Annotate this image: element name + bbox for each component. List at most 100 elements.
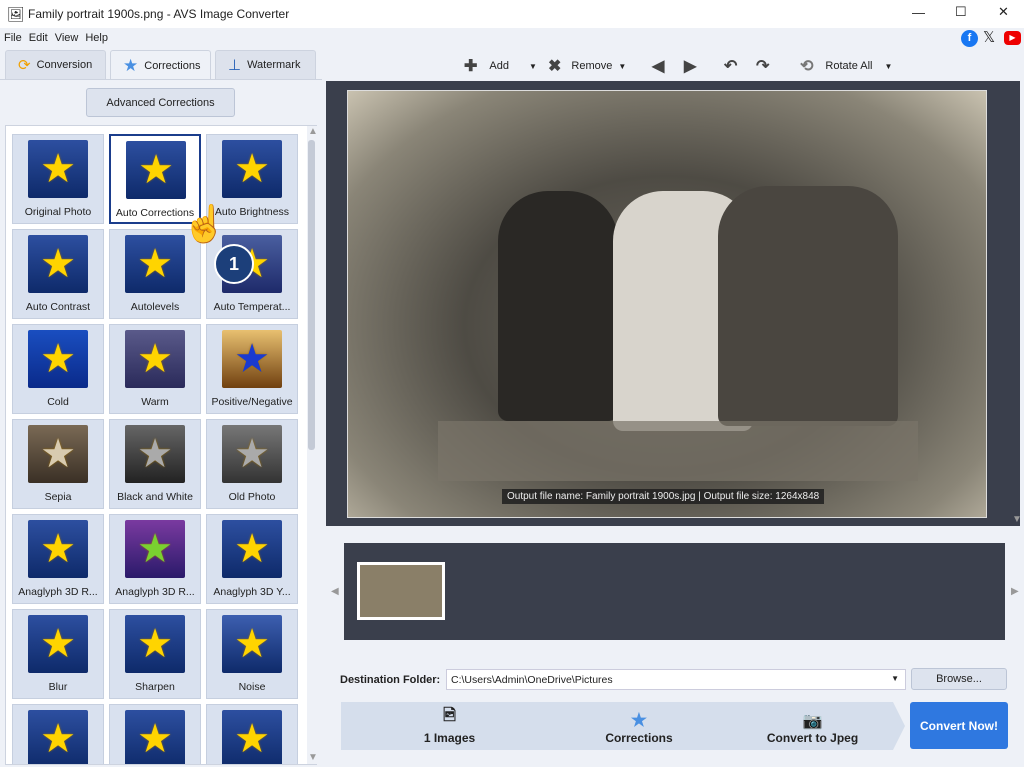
- star-icon: ★: [222, 140, 282, 198]
- blanket: [438, 421, 918, 481]
- star-icon: ★: [28, 425, 88, 483]
- rotate-all-icon: ⟲: [800, 58, 814, 75]
- output-info-caption: Output file name: Family portrait 1900s.…: [502, 489, 825, 504]
- facebook-icon[interactable]: f: [961, 30, 978, 47]
- close-button[interactable]: ✕: [998, 4, 1009, 20]
- correction-tile[interactable]: ★ Sharpen: [109, 609, 201, 699]
- remove-label: Remove: [571, 60, 613, 72]
- dropdown-icon[interactable]: ▼: [618, 62, 626, 71]
- app-icon: 🖼: [7, 6, 25, 22]
- correction-tile[interactable]: ★ Anaglyph 3D R...: [12, 514, 104, 604]
- tab-conversion[interactable]: ⟳ Conversion: [5, 50, 106, 79]
- rotate-left-icon: ↶: [724, 58, 738, 75]
- correction-tile[interactable]: ★ Anaglyph 3D R...: [109, 514, 201, 604]
- correction-tile[interactable]: ★ Positive/Negative: [206, 324, 298, 414]
- previous-button[interactable]: ◀: [652, 56, 664, 76]
- correction-tile[interactable]: ★ Sepia: [12, 419, 104, 509]
- star-icon: ★: [125, 330, 185, 388]
- rotate-right-button[interactable]: ↷: [756, 56, 769, 76]
- correction-tile[interactable]: ★ Blur: [12, 609, 104, 699]
- hand-pointer-icon: ☝: [182, 203, 227, 244]
- correction-tile[interactable]: ★ Old Photo: [206, 419, 298, 509]
- menu-file[interactable]: File: [4, 32, 22, 44]
- correction-label: Anaglyph 3D R...: [18, 586, 98, 598]
- stamp-icon: ⊥: [228, 57, 242, 74]
- step-images[interactable]: 🖻 1 Images: [341, 702, 558, 750]
- figure: [498, 191, 618, 421]
- film-scroll-left-icon[interactable]: ◀: [331, 586, 339, 597]
- star-icon: ★: [222, 615, 282, 673]
- star-icon: ★: [28, 615, 88, 673]
- destination-label: Destination Folder:: [340, 674, 441, 686]
- step-label: 1 Images: [423, 731, 476, 745]
- step-label: Corrections: [605, 731, 673, 745]
- correction-label: Auto Temperat...: [213, 301, 291, 313]
- correction-tile[interactable]: ★: [206, 704, 298, 764]
- correction-tile[interactable]: ★ Warm: [109, 324, 201, 414]
- correction-label: Black and White: [117, 491, 193, 503]
- youtube-icon[interactable]: ▶: [1004, 31, 1021, 45]
- star-icon: ★: [126, 141, 186, 199]
- scroll-up-icon[interactable]: ▲: [308, 126, 318, 137]
- correction-tile[interactable]: ★: [109, 704, 201, 764]
- figure: [718, 186, 898, 426]
- step-convert-format[interactable]: 📷 Convert to Jpeg: [720, 702, 905, 750]
- minimize-button[interactable]: —: [912, 5, 925, 20]
- rotate-all-button[interactable]: ⟲ Rotate All ▼: [800, 56, 892, 76]
- tab-label: Corrections: [144, 59, 201, 72]
- remove-button[interactable]: ✖ Remove ▼: [548, 56, 626, 76]
- step-label: Convert to Jpeg: [766, 731, 859, 745]
- correction-tile[interactable]: ★ Anaglyph 3D Y...: [206, 514, 298, 604]
- correction-label: Warm: [141, 396, 169, 408]
- correction-tile[interactable]: ★ Noise: [206, 609, 298, 699]
- correction-tile[interactable]: ★ Auto Contrast: [12, 229, 104, 319]
- rotate-left-button[interactable]: ↶: [724, 56, 737, 76]
- toolbar: ✚ Add ▼ ✖ Remove ▼ ◀ ▶ ↶ ↷ ⟲ Rotate All ▼: [322, 48, 1024, 80]
- correction-label: Autolevels: [130, 301, 180, 313]
- correction-label: Sepia: [44, 491, 72, 503]
- correction-tile[interactable]: ★ Black and White: [109, 419, 201, 509]
- title-bar: 🖼 Family portrait 1900s.png - AVS Image …: [0, 0, 1024, 28]
- conversion-icon: ⟳: [18, 57, 31, 74]
- tab-label: Conversion: [36, 59, 93, 71]
- next-button[interactable]: ▶: [684, 56, 696, 76]
- dropdown-icon[interactable]: ▼: [529, 62, 537, 71]
- destination-folder-input[interactable]: C:\Users\Admin\OneDrive\Pictures ▼: [446, 669, 906, 690]
- dropdown-icon[interactable]: ▼: [891, 674, 899, 683]
- menu-view[interactable]: View: [55, 32, 79, 44]
- film-scroll-right-icon[interactable]: ▶: [1011, 586, 1019, 597]
- star-icon: ★: [222, 330, 282, 388]
- convert-now-button[interactable]: Convert Now!: [910, 702, 1008, 749]
- rotate-all-label: Rotate All: [825, 60, 873, 72]
- star-icon: ★: [630, 710, 648, 730]
- scroll-down-icon[interactable]: ▼: [1012, 514, 1022, 525]
- step-corrections[interactable]: ★ Corrections: [546, 702, 732, 750]
- tab-corrections[interactable]: ★ Corrections: [110, 50, 211, 80]
- star-icon: ★: [28, 330, 88, 388]
- star-icon: ★: [125, 710, 185, 764]
- star-icon: ★: [28, 140, 88, 198]
- tab-watermark[interactable]: ⊥ Watermark: [215, 50, 316, 79]
- star-icon: ★: [123, 55, 139, 75]
- correction-tile[interactable]: ★ Cold: [12, 324, 104, 414]
- x-twitter-icon[interactable]: 𝕏: [983, 28, 995, 48]
- browse-button[interactable]: Browse...: [911, 668, 1007, 690]
- filmstrip-thumbnail[interactable]: [357, 562, 445, 620]
- star-icon: ★: [222, 710, 282, 764]
- correction-label: Original Photo: [24, 206, 92, 218]
- menu-edit[interactable]: Edit: [29, 32, 48, 44]
- dropdown-icon[interactable]: ▼: [885, 62, 893, 71]
- correction-tile[interactable]: ★: [12, 704, 104, 764]
- scroll-down-icon[interactable]: ▼: [308, 752, 318, 763]
- tab-label: Watermark: [247, 59, 301, 71]
- scroll-thumb[interactable]: [308, 140, 315, 450]
- add-button[interactable]: ✚ Add ▼: [464, 56, 537, 76]
- plus-icon: ✚: [464, 58, 478, 75]
- scrollbar[interactable]: ▲ ▼: [307, 126, 318, 764]
- correction-tile[interactable]: ★ Original Photo: [12, 134, 104, 224]
- camera-file-icon: 📷: [802, 713, 823, 730]
- advanced-corrections-button[interactable]: Advanced Corrections: [86, 88, 235, 117]
- maximize-button[interactable]: ☐: [955, 4, 967, 20]
- rotate-right-icon: ↷: [756, 58, 770, 75]
- menu-help[interactable]: Help: [85, 32, 108, 44]
